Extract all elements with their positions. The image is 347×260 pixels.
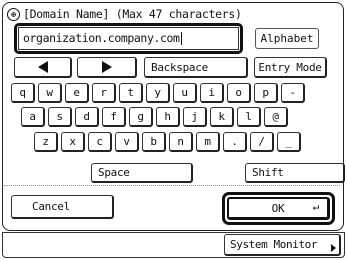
key-x[interactable]: x [61,132,85,152]
cancel-button[interactable]: Cancel [11,195,114,219]
key-hyphen[interactable]: - [281,83,305,103]
key-m[interactable]: m [196,132,220,152]
key-n[interactable]: n [169,132,193,152]
key-j[interactable]: j [183,107,207,127]
key-r[interactable]: r [92,83,116,103]
panel-title-text: [Domain Name] (Max 47 characters) [23,7,242,21]
key-o[interactable]: o [227,83,251,103]
key-slash[interactable]: / [250,132,274,152]
enter-icon: ↵ [312,200,320,213]
key-u[interactable]: u [173,83,197,103]
key-z[interactable]: z [34,132,58,152]
left-arrow-icon [37,61,48,73]
cursor-right-button[interactable] [77,57,137,78]
key-f[interactable]: f [102,107,126,127]
key-period[interactable]: . [223,132,247,152]
key-s[interactable]: s [48,107,72,127]
divider [4,185,340,186]
system-monitor-label: System Monitor [230,238,318,251]
key-e[interactable]: e [65,83,89,103]
keyboard-screen: ⊕ [Domain Name] (Max 47 characters) orga… [0,0,347,260]
key-v[interactable]: v [115,132,139,152]
mode-indicator: Alphabet [255,28,319,49]
key-b[interactable]: b [142,132,166,152]
key-y[interactable]: y [146,83,170,103]
key-t[interactable]: t [119,83,143,103]
panel-title: ⊕ [Domain Name] (Max 47 characters) [7,6,242,22]
key-w[interactable]: w [38,83,62,103]
shift-button[interactable]: Shift [245,163,345,183]
key-g[interactable]: g [129,107,153,127]
ok-button[interactable]: OK ↵ [227,197,330,220]
space-button[interactable]: Space [91,163,193,183]
ok-label: OK [271,201,285,215]
domain-name-value: organization.company.com [23,31,180,45]
key-i[interactable]: i [200,83,224,103]
key-h[interactable]: h [156,107,180,127]
key-underscore[interactable]: _ [277,132,301,152]
arrow-right-icon [331,244,336,252]
text-caret [180,32,182,45]
domain-name-input[interactable]: organization.company.com [18,27,239,50]
key-q[interactable]: q [11,83,35,103]
backspace-button[interactable]: Backspace [144,57,248,78]
key-a[interactable]: a [21,107,45,127]
right-arrow-icon [101,61,112,73]
system-monitor-button[interactable]: System Monitor [224,234,341,256]
globe-icon: ⊕ [7,7,20,21]
key-at[interactable]: @ [264,107,288,127]
key-d[interactable]: d [75,107,99,127]
cursor-left-button[interactable] [14,57,72,78]
key-c[interactable]: c [88,132,112,152]
key-p[interactable]: p [254,83,278,103]
key-l[interactable]: l [237,107,261,127]
entry-mode-button[interactable]: Entry Mode [254,57,327,78]
key-k[interactable]: k [210,107,234,127]
